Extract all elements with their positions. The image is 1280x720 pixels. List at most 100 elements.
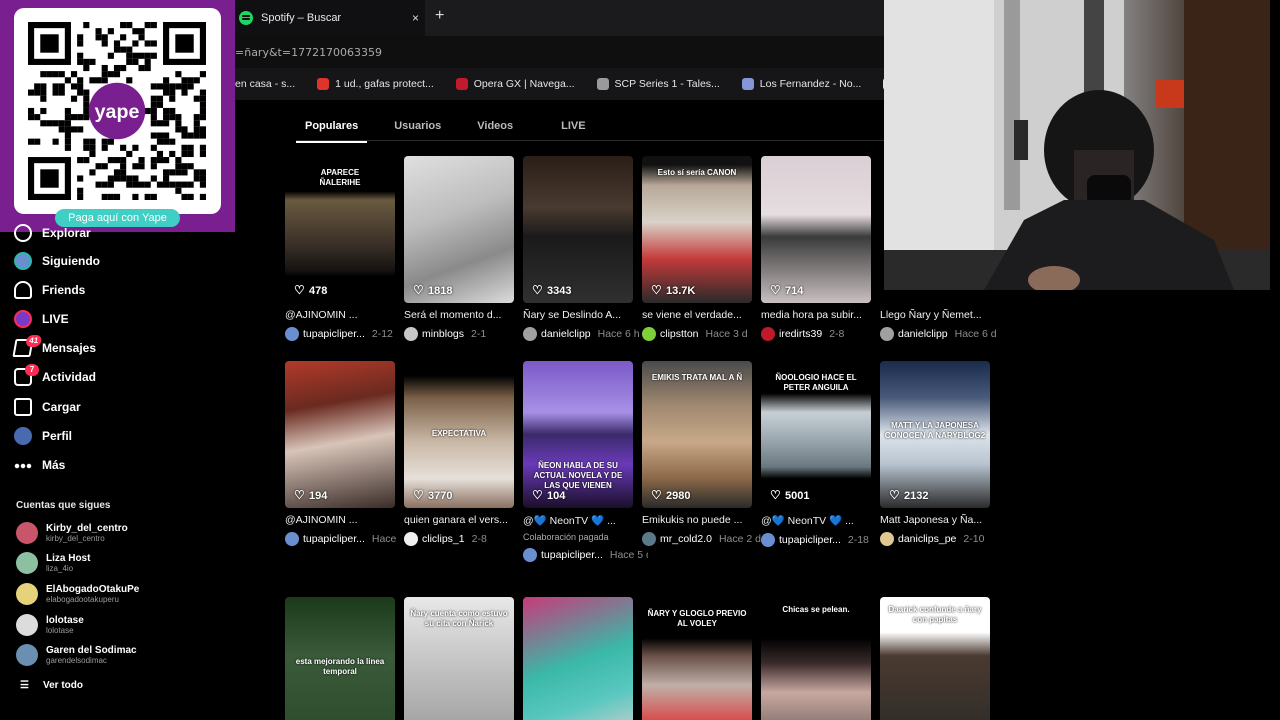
video-author[interactable]: clipstton Hace 3 d	[642, 327, 767, 341]
video-author[interactable]: mr_cold2.0 Hace 2 d	[642, 532, 767, 546]
close-tab-icon[interactable]: ×	[412, 11, 419, 25]
new-tab-button[interactable]: +	[435, 7, 444, 25]
nav-item-ms[interactable]: Más	[14, 456, 65, 474]
video-thumbnail[interactable]: ÑEON HABLA DE SU ACTUAL NOVELA Y DE LAS …	[523, 361, 633, 508]
nav-item-live[interactable]: LIVE	[14, 310, 69, 328]
video-card[interactable]: MATT Y LA JAPONESA CONOCEN A ÑARYBLOG2 21…	[880, 361, 990, 546]
tab-populares[interactable]: Populares	[296, 120, 368, 143]
video-card[interactable]: EXPECTATIVA3770quien ganara el vers...cl…	[404, 361, 514, 546]
video-thumbnail[interactable]: Ñary cuenta como estuvo su cita con Ñari…	[404, 597, 514, 720]
video-description[interactable]: media hora pa subir...	[761, 309, 879, 321]
video-card[interactable]: Chicas se pelean.	[761, 597, 871, 720]
search-tabs: Populares Usuarios Videos LIVE	[296, 120, 595, 143]
video-thumbnail[interactable]: APARECE ÑALERIHE 478	[285, 156, 395, 303]
following-account[interactable]: Kirby_del_centro kirby_del_centro	[16, 522, 128, 544]
video-description[interactable]: Matt Japonesa y Ña...	[880, 514, 998, 526]
video-thumbnail[interactable]: esta mejorando la linea temporal	[285, 597, 395, 720]
tab-usuarios[interactable]: Usuarios	[385, 120, 450, 142]
video-card[interactable]	[523, 597, 633, 720]
nav-item-siguiendo[interactable]: Siguiendo	[14, 252, 100, 270]
video-thumbnail[interactable]: ÑOOLOGIO HACE EL PETER ANGUILA 5001	[761, 361, 871, 508]
tab-videos[interactable]: Videos	[468, 120, 522, 142]
video-thumbnail[interactable]: 1818	[404, 156, 514, 303]
author-avatar	[642, 532, 656, 546]
video-author[interactable]: tupapicliper... Hace 5 d	[523, 548, 648, 562]
video-author[interactable]: tupapicliper... 2-18	[761, 533, 886, 547]
author-name: danielclipp	[898, 328, 948, 340]
video-thumbnail[interactable]: MATT Y LA JAPONESA CONOCEN A ÑARYBLOG2 21…	[880, 361, 990, 508]
video-author[interactable]: daniclips_pe 2-10	[880, 532, 1005, 546]
post-date: 2-8	[829, 328, 845, 340]
address-bar[interactable]: =ñary&t=1772170063359	[235, 36, 884, 68]
video-description[interactable]: quien ganara el vers...	[404, 514, 522, 526]
video-thumbnail[interactable]: Esto sí sería CANON 13.7K	[642, 156, 752, 303]
video-thumbnail[interactable]	[523, 597, 633, 720]
video-thumbnail[interactable]: 714	[761, 156, 871, 303]
video-description[interactable]: Llego Ñary y Ñemet...	[880, 309, 998, 321]
view-count-value: 194	[309, 490, 328, 502]
video-card[interactable]: Ñary cuenta como estuvo su cita con Ñari…	[404, 597, 514, 720]
nav-item-cargar[interactable]: Cargar	[14, 398, 81, 416]
video-thumbnail[interactable]: 194	[285, 361, 395, 508]
video-card[interactable]: ÑARY Y GLOGLO PREVIO AL VOLEY	[642, 597, 752, 720]
video-description[interactable]: se viene el verdade...	[642, 309, 760, 321]
video-author[interactable]: tupapicliper... 2-12	[285, 327, 410, 341]
post-date: Hace 2 d	[718, 533, 761, 545]
following-account[interactable]: Garen del Sodimac garendelsodimac	[16, 644, 137, 666]
post-date: 2-18	[847, 534, 869, 546]
bookmark-item[interactable]: Los Fernandez - No...	[741, 78, 861, 90]
video-card[interactable]: Esto sí sería CANON13.7Kse viene el verd…	[642, 156, 752, 341]
video-description[interactable]: Será el momento d...	[404, 309, 522, 321]
video-author[interactable]: danielclipp Hace 6 d	[880, 327, 1005, 341]
video-description[interactable]: @💙 NeonTV 💙 ...	[523, 514, 641, 527]
author-avatar	[880, 327, 894, 341]
see-all-link[interactable]: ☰ Ver todo	[20, 680, 83, 691]
tab-live[interactable]: LIVE	[552, 120, 594, 142]
following-account[interactable]: ElAbogadoOtakuPe elabogadootakuperu	[16, 583, 139, 605]
nav-item-perfil[interactable]: Perfil	[14, 427, 72, 445]
video-thumbnail[interactable]: EMIKIS TRATA MAL A Ñ 2980	[642, 361, 752, 508]
following-account[interactable]: lolotase lolotase	[16, 614, 84, 636]
video-card[interactable]: ÑOOLOGIO HACE EL PETER ANGUILA5001@💙 Neo…	[761, 361, 871, 547]
video-thumbnail[interactable]: Daarick confunde a ñary con papitas	[880, 597, 990, 720]
video-card[interactable]: 1818Será el momento d...minblogs2-1	[404, 156, 514, 341]
video-author[interactable]: minblogs 2-1	[404, 327, 529, 341]
video-author[interactable]: tupapicliper... Hace	[285, 532, 410, 546]
video-description[interactable]: @💙 NeonTV 💙 ...	[761, 514, 879, 527]
video-card[interactable]: APARECE ÑALERIHE478@AJINOMIN ...tupapicl…	[285, 156, 395, 341]
video-thumbnail[interactable]: ÑARY Y GLOGLO PREVIO AL VOLEY	[642, 597, 752, 720]
nav-item-friends[interactable]: Friends	[14, 281, 85, 299]
bookmark-item[interactable]: en casa - s...	[235, 78, 295, 90]
notification-badge: 41	[25, 335, 43, 347]
bookmark-item[interactable]: SCP Series 1 - Tales...	[596, 78, 720, 90]
nav-item-mensajes[interactable]: 41 Mensajes	[12, 335, 96, 357]
nav-item-actividad[interactable]: 7 Actividad	[14, 364, 96, 386]
browser-tab-spotify[interactable]: Spotify – Buscar ×	[235, 0, 425, 36]
video-author[interactable]: danielclipp Hace 6 h	[523, 327, 648, 341]
video-author[interactable]: cliclips_1 2-8	[404, 532, 529, 546]
video-card[interactable]: 714media hora pa subir...iredirts392-8	[761, 156, 871, 341]
heart-icon	[413, 283, 424, 297]
video-thumbnail[interactable]: EXPECTATIVA 3770	[404, 361, 514, 508]
bookmark-item[interactable]: 1 ud., gafas protect...	[317, 78, 434, 90]
video-thumbnail[interactable]: Chicas se pelean.	[761, 597, 871, 720]
profile-icon	[14, 427, 32, 445]
tab-title: Spotify – Buscar	[261, 12, 342, 24]
list-icon: ☰	[20, 680, 29, 691]
video-description[interactable]: @AJINOMIN ...	[285, 309, 403, 321]
video-card[interactable]: 3343 Ñary se Deslindo A... danielclipp Hace…	[523, 156, 640, 341]
video-description[interactable]: Emikukis no puede ...	[642, 514, 760, 526]
video-thumbnail[interactable]: 3343	[523, 156, 633, 303]
bookmark-item[interactable]: Opera GX | Navega...	[455, 78, 575, 90]
post-date: Hace 6 h	[597, 328, 640, 340]
video-card[interactable]: Daarick confunde a ñary con papitas	[880, 597, 990, 720]
nav-item-explorar[interactable]: Explorar	[14, 224, 91, 242]
video-author[interactable]: iredirts39 2-8	[761, 327, 886, 341]
video-card[interactable]: 194@AJINOMIN ...tupapicliper...Hace	[285, 361, 396, 546]
following-account[interactable]: Liza Host liza_4io	[16, 552, 90, 574]
video-description[interactable]: Ñary se Deslindo A...	[523, 309, 641, 321]
video-card[interactable]: ÑEON HABLA DE SU ACTUAL NOVELA Y DE LAS …	[523, 361, 648, 562]
video-card[interactable]: EMIKIS TRATA MAL A Ñ 2980 Emikukis no pued…	[642, 361, 761, 546]
video-description[interactable]: @AJINOMIN ...	[285, 514, 403, 526]
video-card[interactable]: esta mejorando la linea temporal	[285, 597, 395, 720]
